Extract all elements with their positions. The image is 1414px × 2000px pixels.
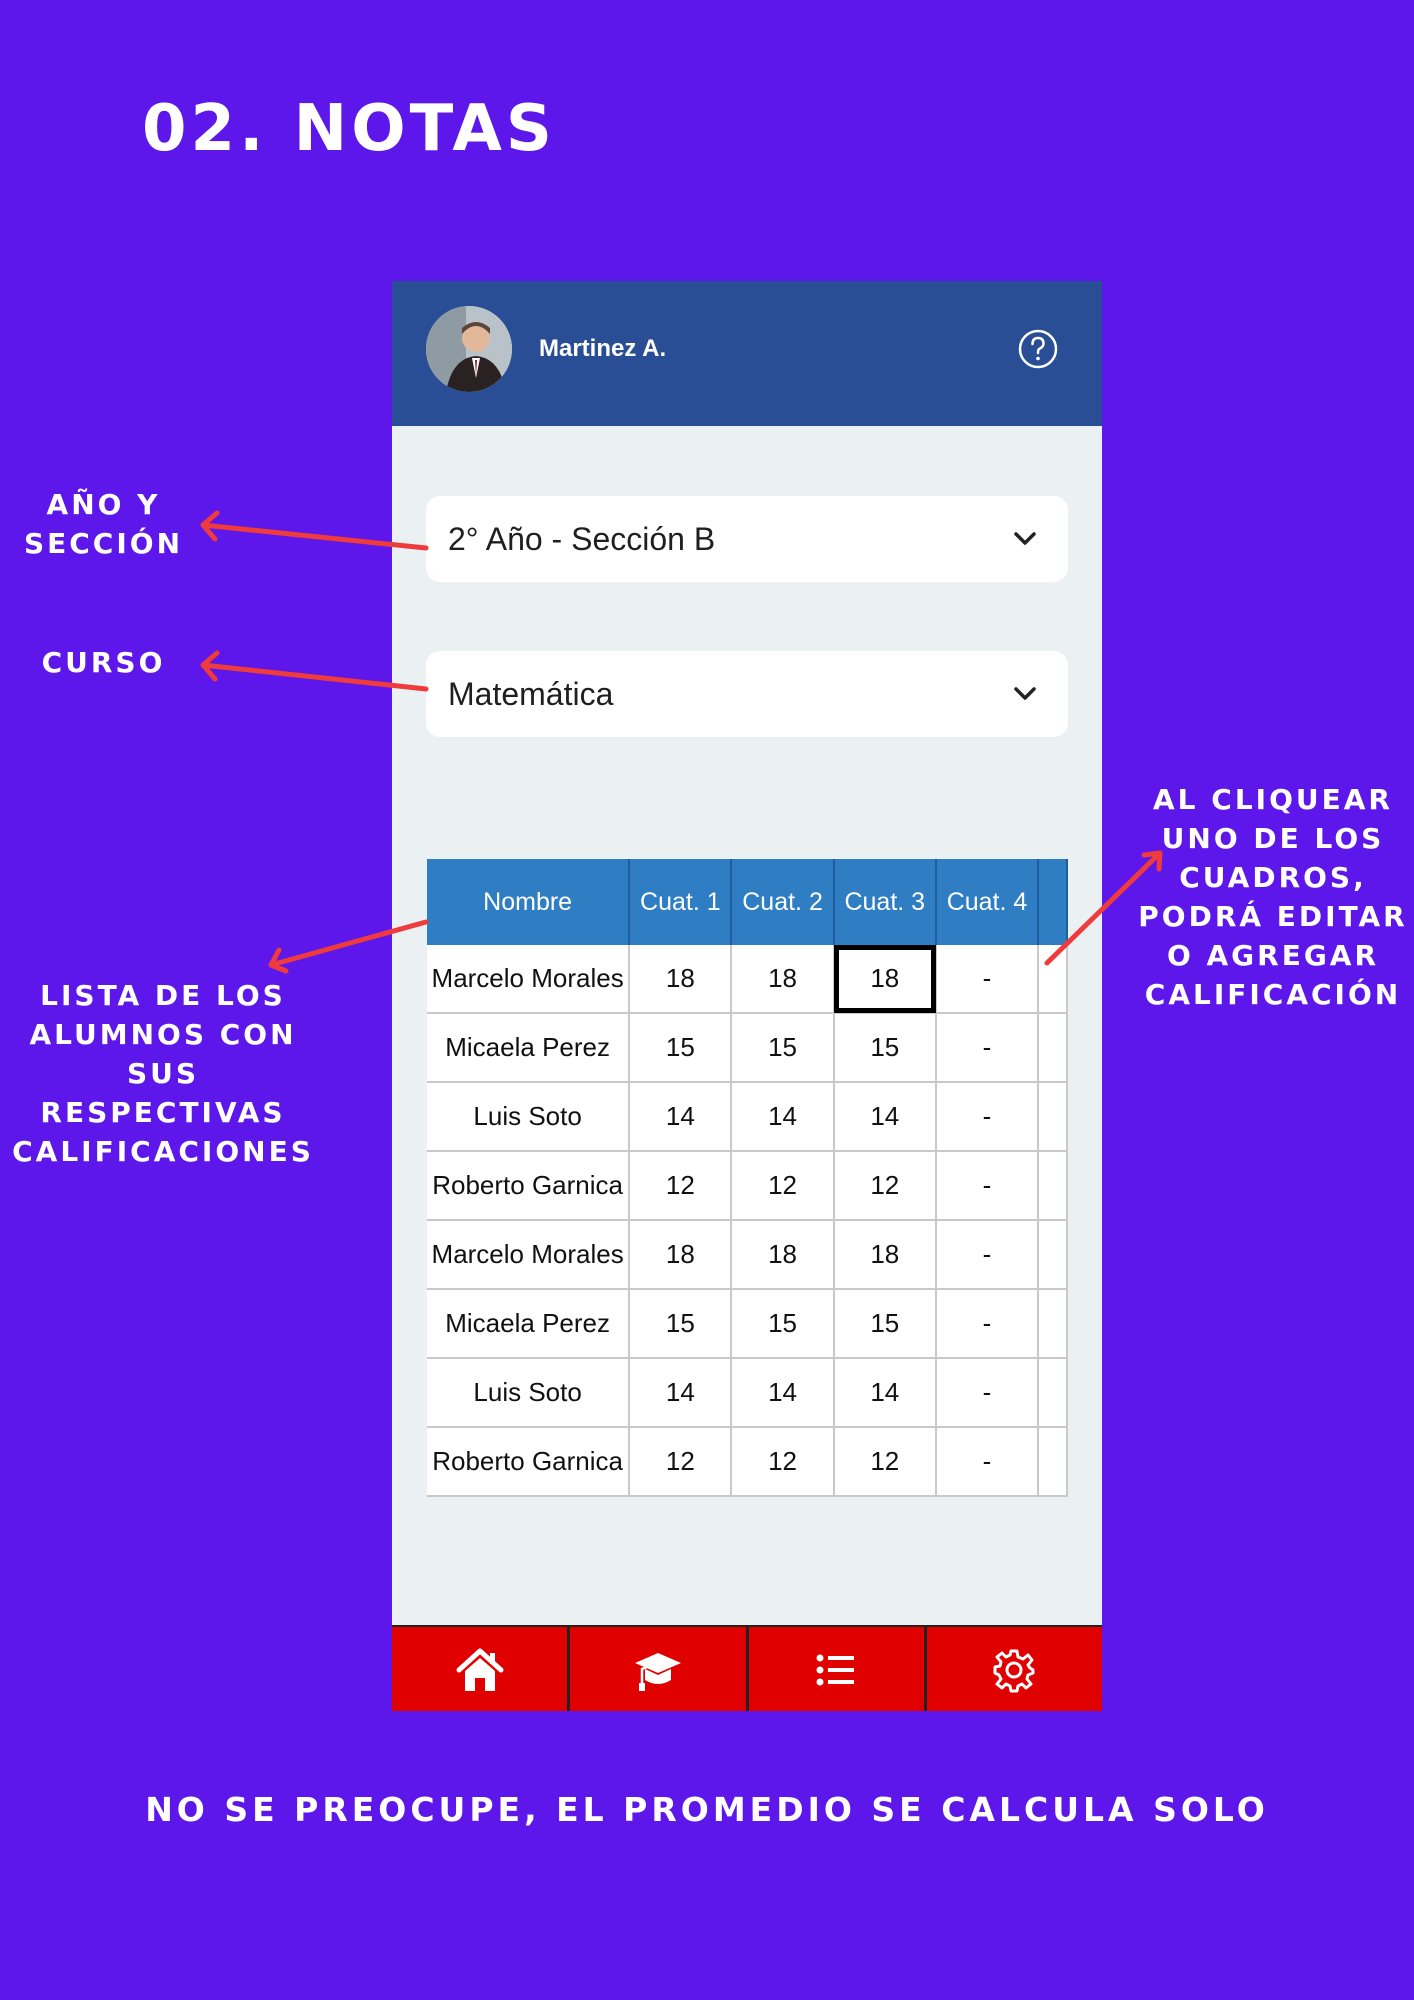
arrow-course <box>200 650 429 692</box>
arrow-year-section <box>200 510 429 551</box>
footer-note: NO SE PREOCUPE, EL PROMEDIO SE CALCULA S… <box>145 1790 1269 1829</box>
annotation-arrows <box>200 510 1163 974</box>
arrow-edit-hint <box>1044 850 1163 966</box>
arrow-student-list <box>268 919 429 974</box>
